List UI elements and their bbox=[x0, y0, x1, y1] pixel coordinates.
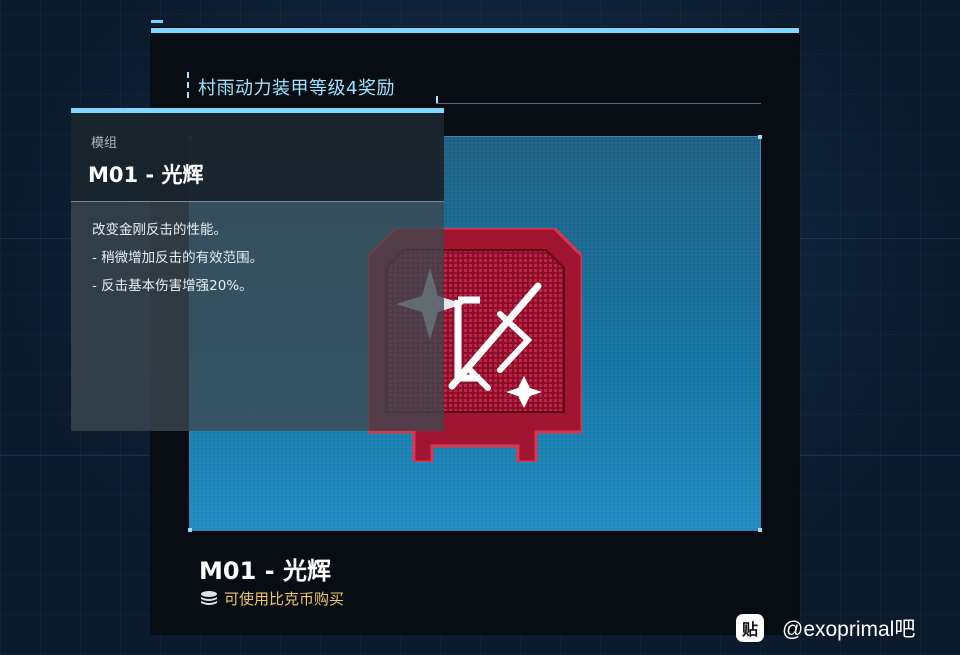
description-line: 改变金刚反击的性能。 bbox=[92, 222, 227, 238]
tieba-logo-icon: 贴 bbox=[736, 614, 764, 642]
frame-corner bbox=[758, 135, 762, 139]
tooltip-header: 模组 M01 - 光辉 bbox=[71, 113, 444, 201]
panel-title: 村雨动力装甲等级4奖励 bbox=[198, 78, 395, 99]
description-line: - 稍微增加反击的有效范围。 bbox=[92, 250, 264, 266]
purchase-note: 可使用比克币购买 bbox=[224, 590, 345, 608]
reward-name: M01 - 光辉 bbox=[199, 557, 331, 585]
coins-stack-icon bbox=[201, 590, 217, 605]
tooltip-item-name: M01 - 光辉 bbox=[88, 163, 204, 187]
title-dash-marker bbox=[187, 72, 189, 100]
watermark: 贴 @exoprimal吧 bbox=[736, 613, 915, 643]
panel-accent-bar bbox=[151, 28, 799, 33]
frame-corner bbox=[758, 528, 762, 532]
tooltip-category: 模组 bbox=[91, 136, 118, 151]
description-line: - 反击基本伤害增强20%。 bbox=[92, 278, 253, 294]
title-underline bbox=[436, 103, 761, 104]
top-accent-tick bbox=[151, 20, 163, 23]
frame-corner bbox=[188, 528, 192, 532]
watermark-text: @exoprimal吧 bbox=[782, 618, 916, 641]
tooltip-divider bbox=[71, 201, 444, 202]
module-tooltip: 模组 M01 - 光辉 改变金刚反击的性能。 - 稍微增加反击的有效范围。 - … bbox=[71, 108, 444, 431]
purchase-info: 可使用比克币购买 bbox=[200, 588, 344, 609]
tooltip-description: 改变金刚反击的性能。 - 稍微增加反击的有效范围。 - 反击基本伤害增强20%。 bbox=[92, 216, 263, 300]
